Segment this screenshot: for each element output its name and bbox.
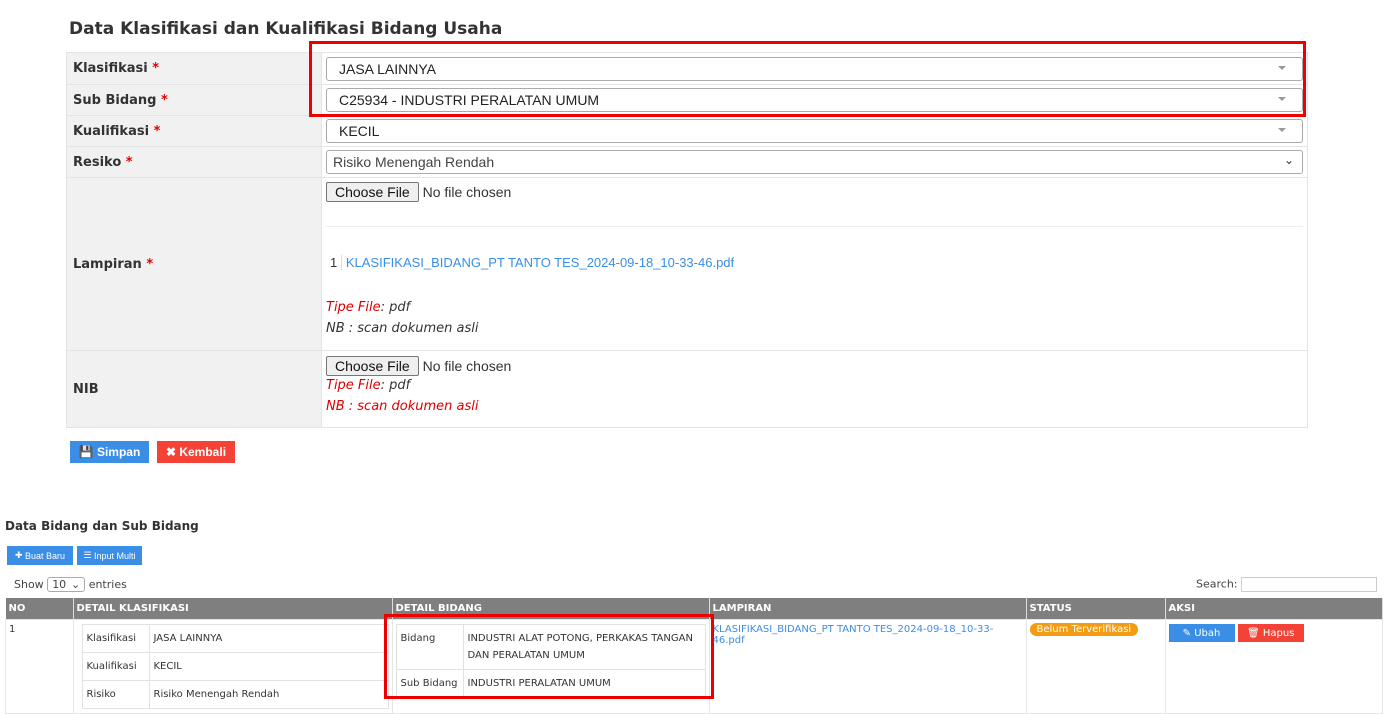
search-label: Search: (1196, 577, 1238, 591)
required-mark: * (146, 256, 154, 272)
detail-value: KECIL (148, 652, 389, 681)
input-multi-button[interactable]: ☰ Input Multi (77, 546, 142, 565)
resiko-select[interactable]: Risiko Menengah Rendah ⌄ (326, 150, 1303, 174)
edit-label: Ubah (1194, 627, 1221, 639)
resiko-value: Risiko Menengah Rendah (333, 154, 495, 170)
col-status[interactable]: STATUS (1026, 598, 1166, 620)
nib-file-status: No file chosen (422, 358, 512, 374)
klasifikasi-label: Klasifikasi (73, 61, 148, 76)
detail-value: Risiko Menengah Rendah (148, 680, 389, 709)
edit-button[interactable]: ✎ Ubah (1168, 624, 1235, 642)
new-button[interactable]: ✚ Buat Baru (7, 546, 73, 565)
entries-label: entries (88, 578, 127, 591)
new-label: Buat Baru (25, 550, 66, 561)
tipe-file-value: : pdf (380, 378, 411, 393)
chevron-down-icon: ⌄ (70, 578, 81, 591)
back-label: Kembali (179, 445, 227, 459)
kualifikasi-value: KECIL (339, 123, 380, 139)
show-label: Show (14, 578, 44, 591)
resiko-label: Resiko (73, 154, 122, 170)
required-mark: * (125, 154, 133, 170)
save-button[interactable]: 💾 Simpan (70, 441, 149, 463)
page-size-select[interactable]: 10 ⌄ (47, 577, 86, 592)
dropdown-arrow-icon (1278, 128, 1286, 136)
detail-label: Klasifikasi (81, 624, 150, 653)
save-label: Simpan (96, 445, 141, 459)
highlight-box (309, 41, 1306, 117)
highlight-box (384, 614, 714, 699)
trash-icon: 🗑 (1246, 627, 1263, 639)
multi-label: Input Multi (94, 550, 136, 561)
search-area: Search: (1196, 577, 1377, 592)
col-detail-klasifikasi[interactable]: DETAIL KLASIFIKASI (73, 598, 393, 620)
tipe-file-label: Tipe File (326, 378, 381, 393)
nb-note: NB : scan dokumen asli (326, 399, 479, 414)
required-mark: * (153, 123, 161, 139)
lampiran-file-link[interactable]: KLASIFIKASI_BIDANG_PT TANTO TES_2024-09-… (346, 255, 734, 270)
required-mark: * (160, 92, 168, 108)
delete-button[interactable]: 🗑 Hapus (1237, 624, 1304, 642)
lampiran-label: Lampiran (73, 256, 142, 272)
form-title: Data Klasifikasi dan Kualifikasi Bidang … (69, 19, 503, 39)
save-icon: 💾 (78, 445, 97, 459)
detail-value: JASA LAINNYA (148, 624, 389, 653)
nb-note: NB : scan dokumen asli (326, 321, 479, 336)
plus-icon: ✚ (14, 550, 25, 560)
file-index: 1 (326, 255, 343, 270)
tipe-file-label: Tipe File (326, 300, 381, 315)
delete-label: Hapus (1262, 627, 1295, 639)
lampiran-choose-file-button[interactable]: Choose File (326, 182, 419, 202)
status-badge: Belum Terverifikasi (1029, 623, 1139, 636)
list-icon: ☰ (83, 550, 95, 560)
col-no[interactable]: NO (5, 598, 74, 620)
search-input[interactable] (1241, 577, 1377, 592)
kualifikasi-select[interactable]: KECIL (326, 119, 1303, 143)
required-mark: * (152, 61, 160, 76)
lampiran-file-status: No file chosen (422, 184, 512, 200)
lampiran-link[interactable]: KLASIFIKASI_BIDANG_PT TANTO TES_2024-09-… (713, 624, 994, 646)
close-icon: ✖ (165, 445, 180, 459)
nib-label: NIB (73, 381, 99, 397)
edit-icon: ✎ (1182, 627, 1195, 639)
page-length: Show 10 ⌄ entries (14, 577, 127, 592)
chevron-down-icon: ⌄ (1283, 153, 1294, 167)
kualifikasi-label: Kualifikasi (73, 123, 150, 139)
nib-choose-file-button[interactable]: Choose File (326, 356, 419, 376)
sub-bidang-label: Sub Bidang (73, 92, 157, 108)
list-title: Data Bidang dan Sub Bidang (5, 519, 199, 533)
page-size-value: 10 (52, 578, 67, 591)
klasifikasi-detail: Klasifikasi JASA LAINNYA Kualifikasi KECIL… (81, 624, 389, 709)
tipe-file-value: : pdf (380, 300, 411, 315)
row-no: 1 (5, 619, 74, 714)
back-button[interactable]: ✖ Kembali (157, 441, 235, 463)
col-aksi[interactable]: AKSI (1165, 598, 1383, 620)
col-lampiran[interactable]: LAMPIRAN (709, 598, 1027, 620)
detail-label: Kualifikasi (81, 652, 150, 681)
detail-label: Risiko (81, 680, 150, 709)
